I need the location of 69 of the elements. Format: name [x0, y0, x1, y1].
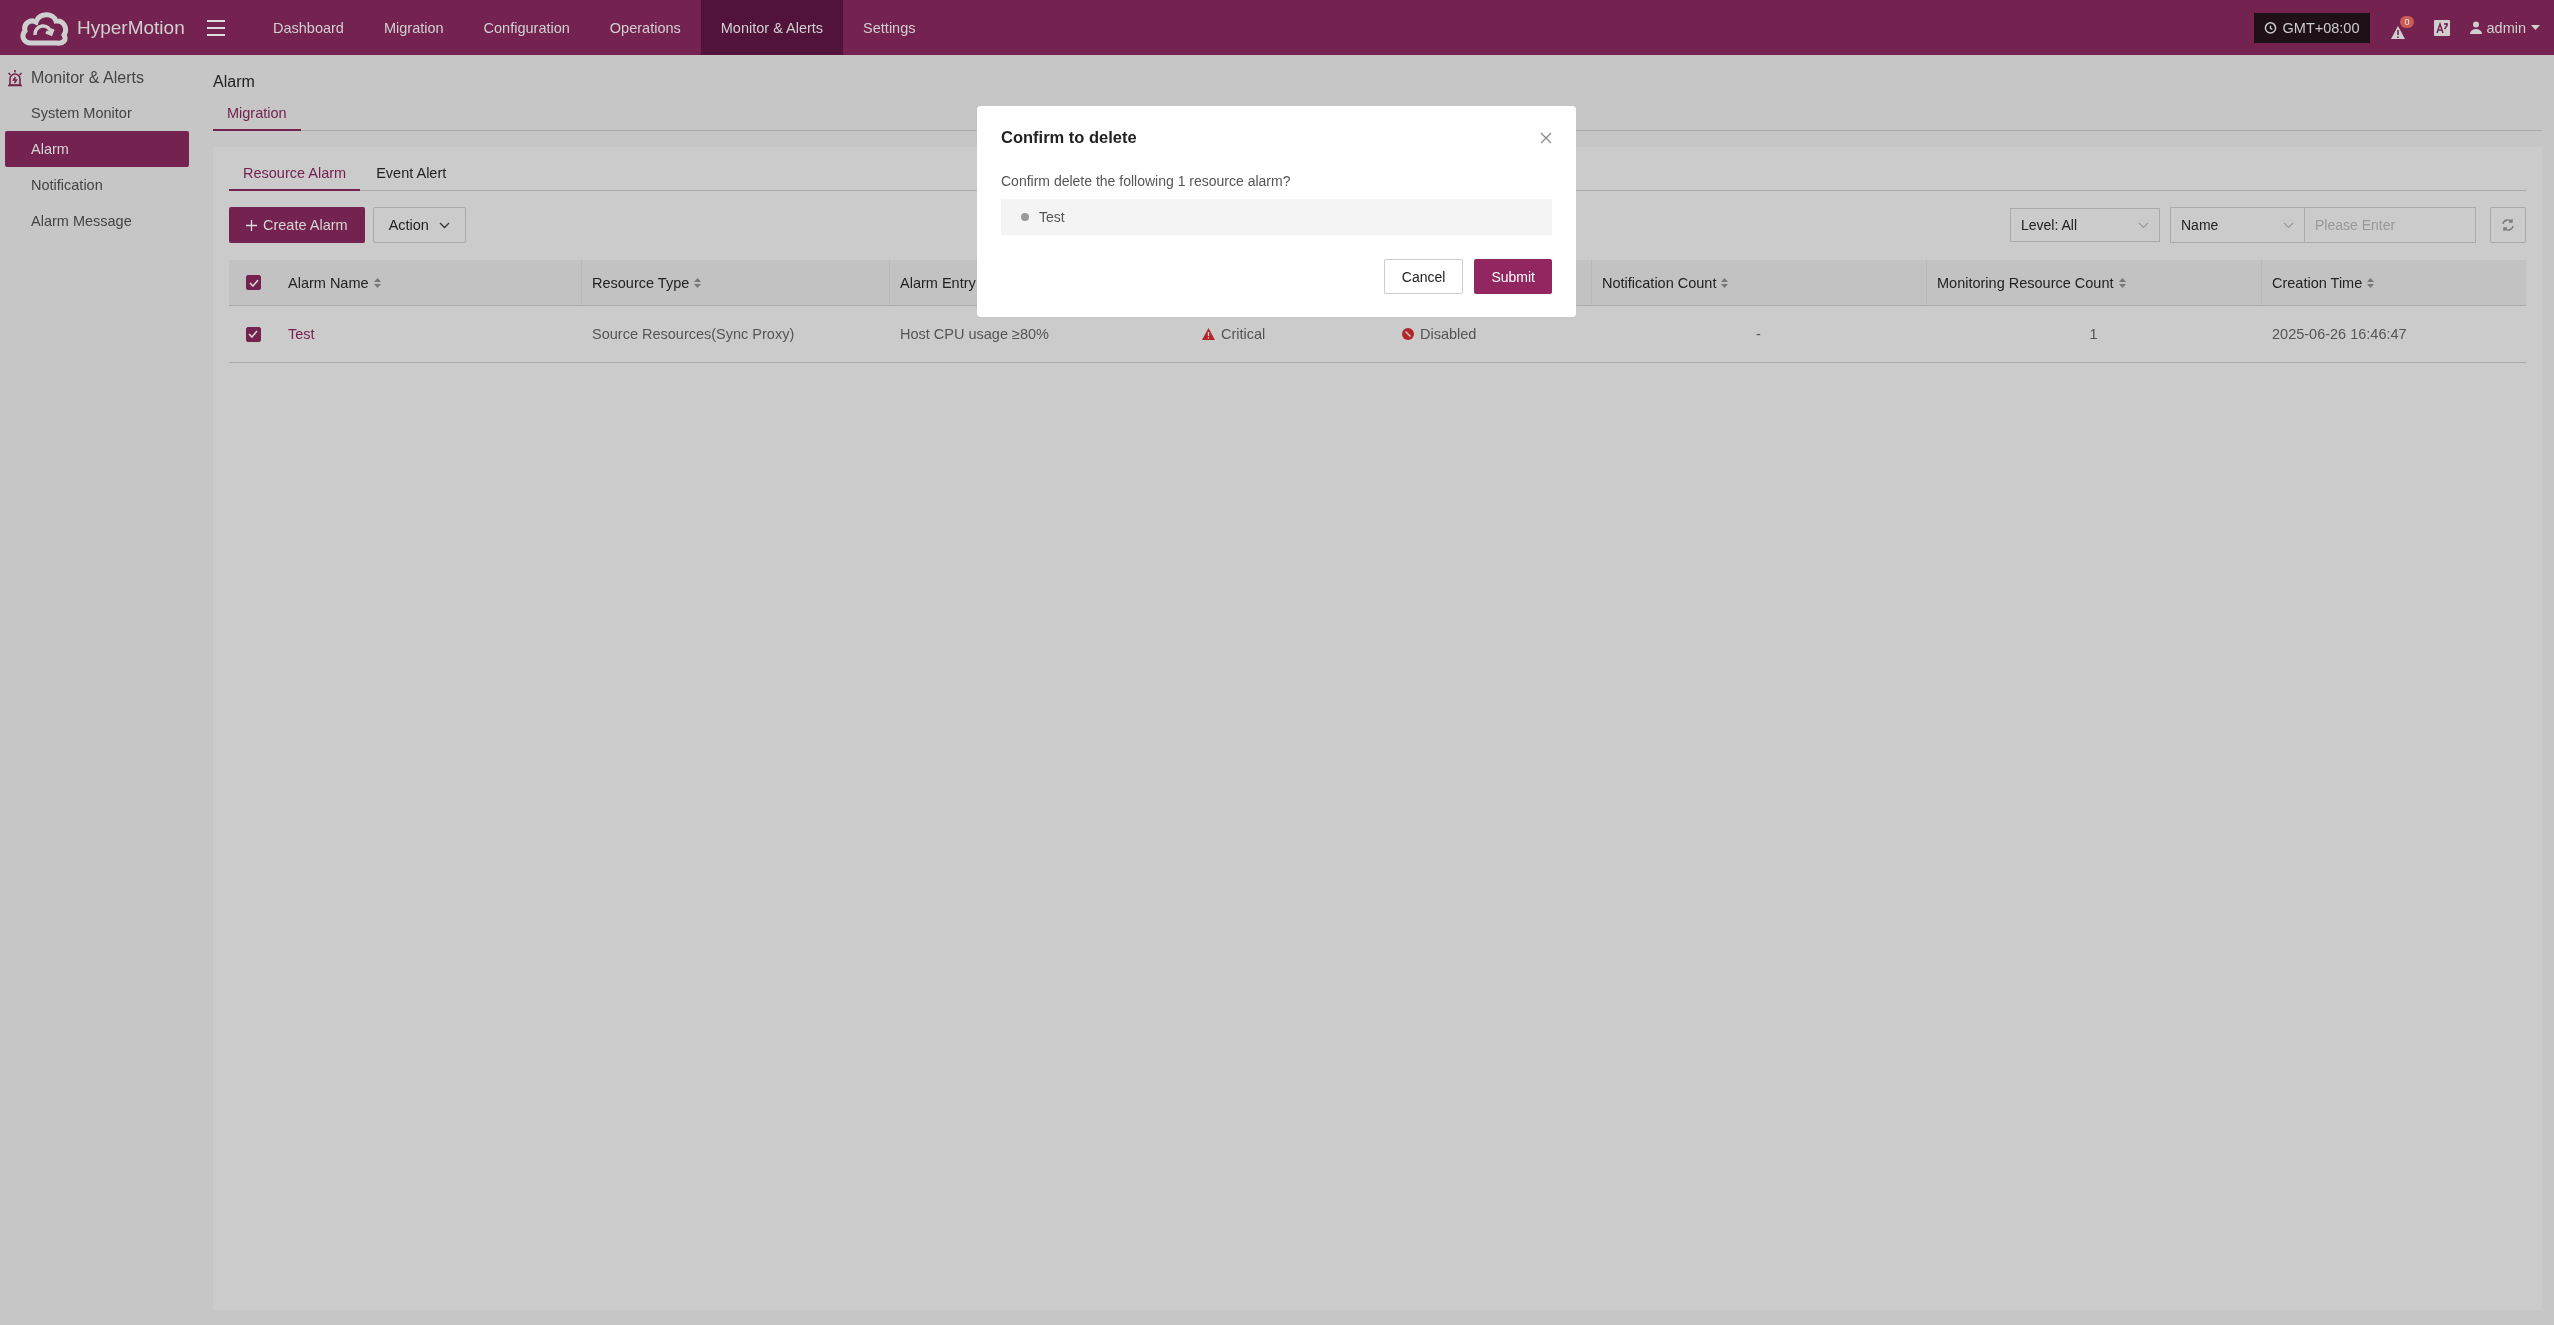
user-menu[interactable]: admin — [2469, 19, 2540, 36]
nav-tab[interactable]: Migration — [363, 0, 464, 55]
sort-icon[interactable] — [2367, 277, 2375, 288]
close-icon[interactable] — [1540, 131, 1552, 144]
column-header: Notification Count — [1602, 274, 1717, 291]
search-by-select[interactable]: Name — [2170, 207, 2305, 243]
refresh-button[interactable] — [2490, 207, 2526, 243]
dialog-title: Confirm to delete — [1001, 128, 1137, 147]
chevron-down-icon — [2138, 221, 2149, 229]
translate-icon[interactable] — [2433, 19, 2450, 36]
row-checkbox[interactable] — [245, 326, 261, 342]
brand-name: HyperMotion — [77, 16, 185, 39]
sub-tab[interactable]: Event Alert — [362, 165, 461, 191]
list-item: Test — [1039, 209, 1065, 225]
refresh-icon — [2501, 218, 2515, 232]
blocked-icon — [1402, 328, 1414, 340]
column-header: Alarm Entry — [900, 274, 976, 291]
sort-icon[interactable] — [694, 277, 702, 288]
page-title: Alarm — [213, 73, 256, 91]
table-cell: Source Resources(Sync Proxy) — [592, 326, 795, 342]
caret-icon — [2531, 24, 2540, 31]
dialog-message: Confirm delete the following 1 resource alarm? — [1001, 173, 1292, 189]
sidebar-title: Monitor & Alerts — [31, 69, 144, 87]
sidebar-item[interactable]: System Monitor — [5, 95, 189, 131]
warning-icon — [2389, 24, 2406, 40]
sub-tab[interactable]: Resource Alarm — [229, 165, 361, 191]
create-alarm-button[interactable]: Create Alarm — [229, 207, 365, 243]
user-icon — [2469, 21, 2482, 34]
chevron-down-icon — [438, 221, 450, 229]
level-select[interactable]: Level: All — [2010, 208, 2160, 242]
cancel-button[interactable]: Cancel — [1383, 259, 1464, 294]
warning-icon — [1202, 328, 1215, 340]
alert-button[interactable]: 0 — [2389, 15, 2414, 40]
column-header: Alarm Name — [288, 274, 369, 291]
sort-icon[interactable] — [2118, 277, 2126, 288]
plus-icon — [246, 219, 257, 231]
table-cell: 1 — [2089, 326, 2098, 342]
sidebar-item[interactable]: Notification — [5, 167, 189, 203]
table-cell: Disabled — [1420, 326, 1477, 342]
table-cell: - — [1756, 326, 1761, 342]
sidebar-item[interactable]: Alarm Message — [5, 203, 189, 239]
column-header: Creation Time — [2272, 274, 2363, 291]
user-name: admin — [2486, 19, 2526, 36]
select-all-checkbox[interactable] — [246, 275, 261, 290]
column-header: Monitoring Resource Count — [1937, 274, 2114, 291]
page-tab[interactable]: Migration — [213, 105, 301, 131]
nav-tab[interactable]: Dashboard — [253, 0, 364, 55]
table-cell: 2025-06-26 16:46:47 — [2272, 326, 2407, 342]
chevron-down-icon — [2283, 221, 2294, 229]
nav-tab[interactable]: Settings — [843, 0, 936, 55]
sidebar-item[interactable]: Alarm — [5, 131, 189, 167]
sort-icon[interactable] — [1721, 277, 1729, 288]
alarm-name-link[interactable]: Test — [288, 326, 315, 342]
action-dropdown[interactable]: Action — [372, 207, 466, 243]
alert-count-badge: 0 — [2400, 15, 2414, 28]
column-header: Resource Type — [592, 274, 690, 291]
timezone-button[interactable]: GMT+08:00 — [2253, 12, 2370, 43]
submit-button[interactable]: Submit — [1474, 259, 1552, 294]
table-cell: Critical — [1221, 326, 1266, 342]
sort-icon[interactable] — [373, 277, 381, 288]
nav-tab[interactable]: Configuration — [463, 0, 590, 55]
nav-tab[interactable]: Operations — [589, 0, 701, 55]
menu-icon[interactable] — [207, 19, 225, 36]
bullet-icon — [1021, 213, 1029, 221]
clock-icon — [2263, 21, 2277, 34]
timezone-label: GMT+08:00 — [2282, 19, 2360, 36]
siren-icon — [6, 69, 24, 87]
table-cell: Host CPU usage ≥80% — [900, 326, 1049, 342]
nav-tab[interactable]: Monitor & Alerts — [700, 0, 844, 55]
